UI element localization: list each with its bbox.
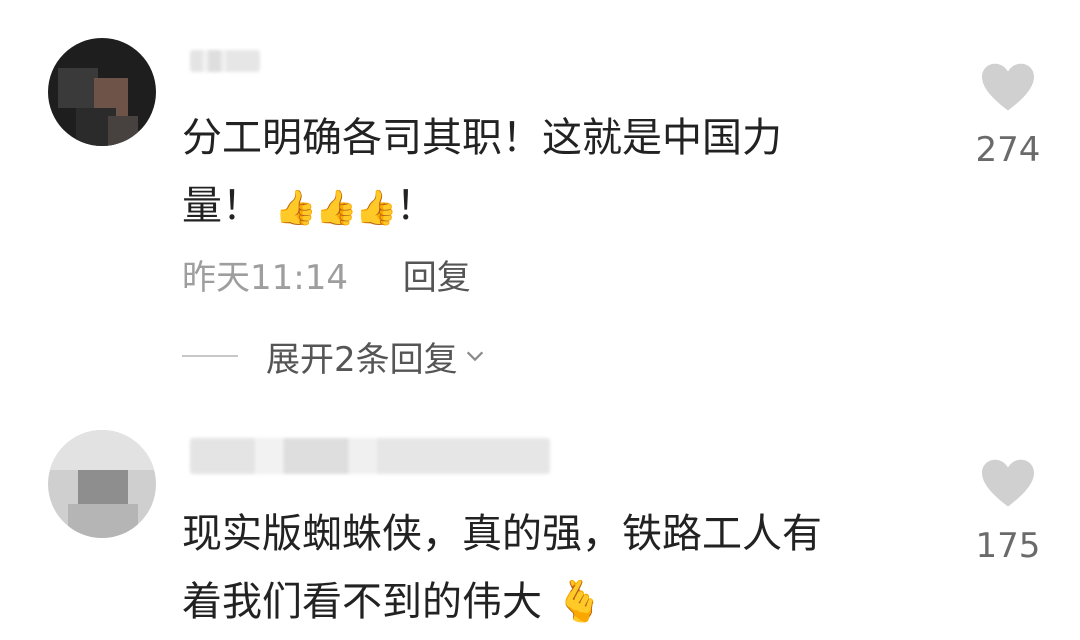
thumbs-up-emoji: 👍👍👍 (274, 188, 398, 228)
like-count: 274 (975, 130, 1041, 170)
like-count: 175 (975, 526, 1041, 566)
expand-replies-button[interactable]: 展开2条回复 (182, 333, 486, 380)
comment-item: 分工明确各司其职！这就是中国力 量！ 👍👍👍！ 昨天11:14 回复 展开2条回… (0, 0, 1080, 400)
like-button[interactable]: 274 (972, 62, 1044, 170)
heart-icon (982, 63, 1034, 111)
comment-text: 现实版蜘蛛侠，真的强，铁路工人有 着我们看不到的伟大 🫰 (182, 511, 822, 625)
expand-replies-label: 展开2条回复 (266, 339, 458, 380)
heart-icon (982, 459, 1034, 507)
reply-button[interactable]: 回复 (403, 258, 471, 298)
comment-text: 分工明确各司其职！这就是中国力 量！ 👍👍👍！ (182, 115, 782, 229)
divider (182, 355, 238, 357)
username-blurred[interactable] (190, 50, 260, 72)
finger-heart-emoji: 🫰 (554, 579, 605, 625)
comment-item: 现实版蜘蛛侠，真的强，铁路工人有 着我们看不到的伟大 🫰 175 (0, 400, 1080, 640)
chevron-down-icon (466, 351, 483, 362)
username-blurred[interactable] (190, 438, 550, 474)
like-button[interactable]: 175 (972, 458, 1044, 566)
comment-time: 昨天11:14 (182, 258, 348, 298)
avatar[interactable] (48, 430, 156, 538)
avatar[interactable] (48, 38, 156, 146)
comment-meta: 昨天11:14 回复 (182, 250, 471, 299)
